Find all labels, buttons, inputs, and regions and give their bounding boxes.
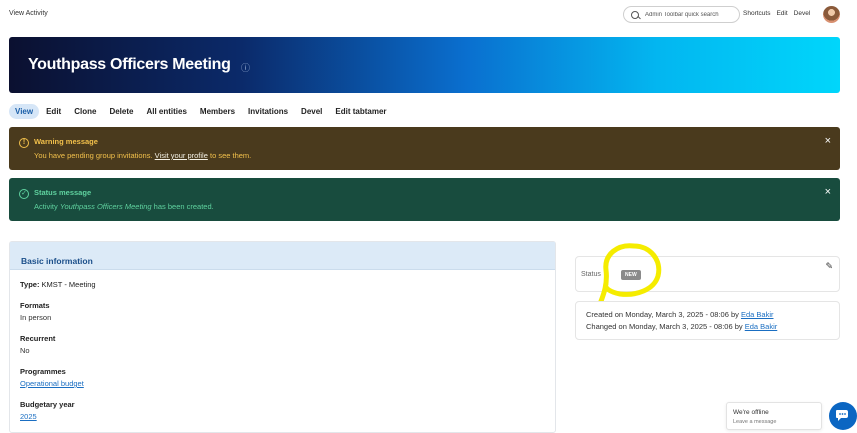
tab-edit[interactable]: Edit xyxy=(40,104,67,119)
admin-toolbar: View Activity Shortcuts Edit Devel xyxy=(0,0,857,30)
warning-message: ! Warning message You have pending group… xyxy=(9,127,840,170)
warning-icon: ! xyxy=(19,138,29,148)
status-message: ✓ Status message Activity Youthpass Offi… xyxy=(9,178,840,221)
warning-text: You have pending group invitations. xyxy=(34,151,153,160)
tab-devel[interactable]: Devel xyxy=(295,104,328,119)
close-icon[interactable]: × xyxy=(825,135,831,147)
tab-edit-tabtamer[interactable]: Edit tabtamer xyxy=(329,104,392,119)
created-user-link[interactable]: Eda Bakir xyxy=(741,310,774,319)
page-hero: Youthpass Officers Meeting ⓘ xyxy=(9,37,840,93)
view-activity-link[interactable]: View Activity xyxy=(9,10,48,17)
warning-title: Warning message xyxy=(34,137,98,146)
budgetary-label: Budgetary year xyxy=(20,400,75,409)
type-field: Type: KMST - Meeting xyxy=(20,280,96,289)
chat-subtitle: Leave a message xyxy=(733,419,777,425)
budgetary-field: Budgetary year 2025 xyxy=(20,400,75,421)
changed-line: Changed on Monday, March 3, 2025 - 08:06… xyxy=(586,322,777,331)
budgetary-year-link[interactable]: 2025 xyxy=(20,412,37,421)
visit-profile-link[interactable]: Visit your profile xyxy=(155,151,208,160)
formats-label: Formats xyxy=(20,301,50,310)
chat-button[interactable] xyxy=(829,402,857,430)
status-text: Activity xyxy=(34,202,58,211)
edit-link[interactable]: Edit xyxy=(776,10,787,17)
tab-invitations[interactable]: Invitations xyxy=(242,104,294,119)
created-text: Created on Monday, March 3, 2025 - 08:06… xyxy=(586,310,739,319)
search-input[interactable] xyxy=(645,11,739,18)
search-icon xyxy=(631,10,639,19)
shortcuts-link[interactable]: Shortcuts xyxy=(743,10,770,17)
status-text-after: has been created. xyxy=(153,202,214,211)
tab-members[interactable]: Members xyxy=(194,104,241,119)
card-title: Basic information xyxy=(21,256,93,266)
toolbar-links: Shortcuts Edit Devel xyxy=(743,10,810,17)
recurrent-field: Recurrent No xyxy=(20,334,55,355)
basic-info-card: Basic information Type: KMST - Meeting F… xyxy=(9,241,556,433)
tab-delete[interactable]: Delete xyxy=(103,104,139,119)
warning-body: You have pending group invitations. Visi… xyxy=(34,151,251,160)
programmes-field: Programmes Operational budget xyxy=(20,367,84,388)
status-entity: Youthpass Officers Meeting xyxy=(59,202,152,211)
changed-user-link[interactable]: Eda Bakir xyxy=(745,322,778,331)
recurrent-label: Recurrent xyxy=(20,334,56,343)
status-title: Status message xyxy=(34,188,92,197)
status-label: Status xyxy=(581,271,601,278)
created-line: Created on Monday, March 3, 2025 - 08:06… xyxy=(586,310,774,319)
type-label: Type: xyxy=(20,280,40,289)
status-body: Activity Youthpass Officers Meeting has … xyxy=(34,202,214,211)
local-tasks: View Edit Clone Delete All entities Memb… xyxy=(9,103,394,120)
recurrent-value: No xyxy=(20,346,30,355)
tab-clone[interactable]: Clone xyxy=(68,104,102,119)
programmes-label: Programmes xyxy=(20,367,66,376)
tab-all-entities[interactable]: All entities xyxy=(140,104,192,119)
warning-text-after: to see them. xyxy=(209,151,252,160)
chat-bubble-icon xyxy=(836,410,848,421)
close-icon[interactable]: × xyxy=(825,186,831,198)
formats-value: In person xyxy=(20,313,52,322)
changed-text: Changed on Monday, March 3, 2025 - 08:06… xyxy=(586,322,743,331)
quick-search[interactable] xyxy=(623,6,740,23)
devel-link[interactable]: Devel xyxy=(794,10,811,17)
check-circle-icon: ✓ xyxy=(19,189,29,199)
formats-field: Formats In person xyxy=(20,301,51,322)
meta-box: Created on Monday, March 3, 2025 - 08:06… xyxy=(575,301,840,340)
card-header: Basic information xyxy=(10,242,555,270)
chat-widget[interactable]: We're offline Leave a message xyxy=(726,402,822,430)
info-icon[interactable]: ⓘ xyxy=(241,61,250,74)
chat-title: We're offline xyxy=(733,409,769,416)
status-box: Status NEW ✎ xyxy=(575,256,840,292)
status-badge: NEW xyxy=(621,270,641,280)
type-value: KMST - Meeting xyxy=(41,280,96,289)
pencil-icon[interactable]: ✎ xyxy=(825,261,833,272)
page-title: Youthpass Officers Meeting xyxy=(28,56,231,73)
tab-view[interactable]: View xyxy=(9,104,40,119)
programmes-link[interactable]: Operational budget xyxy=(20,379,84,388)
avatar[interactable] xyxy=(823,6,840,23)
